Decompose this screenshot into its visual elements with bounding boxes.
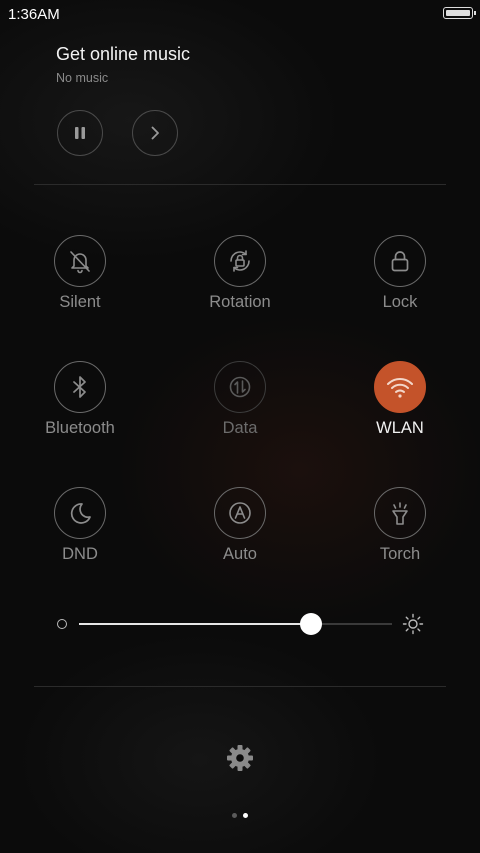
toggle-data[interactable]: Data <box>175 361 305 438</box>
toggle-label: Bluetooth <box>45 419 115 437</box>
battery-icon <box>443 7 476 19</box>
brightness-slider[interactable] <box>79 613 392 635</box>
toggle-lock[interactable]: Lock <box>335 235 465 312</box>
toggle-rotation[interactable]: Rotation <box>175 235 305 312</box>
bluetooth-icon <box>73 376 86 398</box>
flashlight-icon <box>392 502 408 525</box>
toggle-label: Silent <box>59 293 101 311</box>
toggle-wlan[interactable]: WLAN <box>335 361 465 438</box>
bell-off-icon <box>70 251 90 274</box>
toggle-label: Torch <box>379 545 421 563</box>
toggle-label: WLAN <box>376 419 424 437</box>
rotation-lock-icon <box>230 250 250 272</box>
toggle-bluetooth[interactable]: Bluetooth <box>15 361 145 438</box>
toggle-dnd[interactable]: DND <box>15 487 145 564</box>
wifi-icon <box>387 378 413 398</box>
toggle-label: Data <box>222 419 258 437</box>
page-indicator-dot-active <box>243 813 248 818</box>
gear-icon[interactable] <box>225 743 255 773</box>
status-bar: 1:36AM <box>0 0 480 28</box>
moon-icon <box>70 503 91 524</box>
toggle-torch[interactable]: Torch <box>335 487 465 564</box>
brightness-slider-thumb[interactable] <box>299 613 322 635</box>
brightness-low-icon <box>57 619 67 629</box>
status-time: 1:36AM <box>8 6 60 23</box>
lock-icon <box>391 251 409 272</box>
page-indicator-dot <box>232 813 237 818</box>
auto-brightness-icon <box>229 502 251 524</box>
music-subtitle: No music <box>56 71 109 85</box>
toggle-label: Rotation <box>209 293 271 311</box>
chevron-right-icon <box>151 126 159 140</box>
divider <box>34 686 446 687</box>
music-title[interactable]: Get online music <box>56 44 190 65</box>
pause-icon <box>75 127 85 139</box>
brightness-slider-fill <box>79 623 311 625</box>
divider <box>34 184 446 185</box>
toggle-label: DND <box>62 545 98 563</box>
next-button[interactable] <box>132 110 178 156</box>
data-arrows-icon <box>229 376 251 398</box>
pause-button[interactable] <box>57 110 103 156</box>
toggle-label: Auto <box>223 545 257 563</box>
brightness-high-icon <box>402 613 424 635</box>
toggle-silent[interactable]: Silent <box>15 235 145 312</box>
toggle-label: Lock <box>382 293 418 311</box>
toggle-auto[interactable]: Auto <box>175 487 305 564</box>
